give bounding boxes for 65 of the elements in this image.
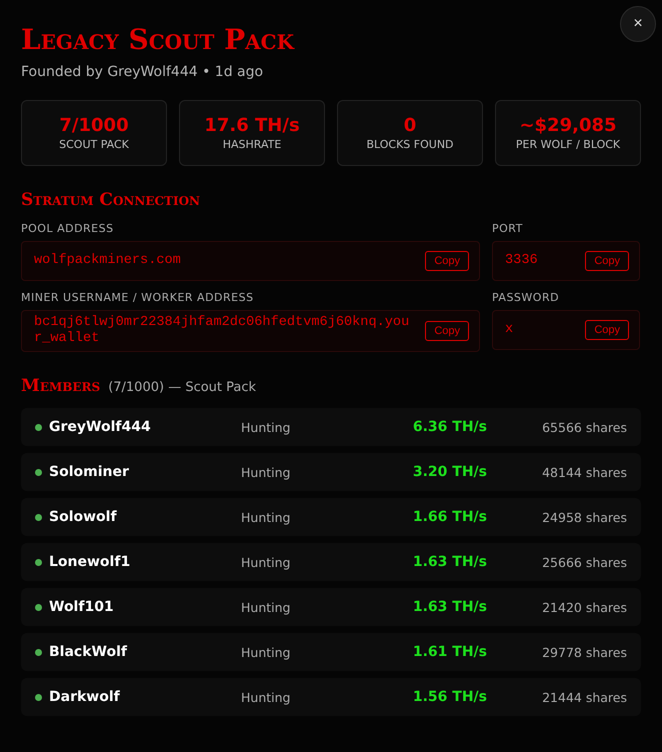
stat-value: 7/1000 xyxy=(59,115,129,136)
field-value: wolfpackminers.com xyxy=(34,253,181,269)
field-value: bc1qj6tlwj0mr22384jhfam2dc06hfedtvm6j60knq.your_wallet xyxy=(34,315,410,347)
stat-label: SCOUT PACK xyxy=(59,138,129,151)
copy-button[interactable]: Copy xyxy=(585,251,629,271)
copy-button[interactable]: Copy xyxy=(585,320,629,340)
member-shares: 21444 shares xyxy=(541,690,627,704)
status-dot xyxy=(35,648,42,656)
stat-label: HASHRATE xyxy=(222,138,282,151)
member-name: Solominer xyxy=(49,464,130,480)
readonly-field[interactable]: wolfpackminers.com Copy xyxy=(21,241,480,281)
field-value: x xyxy=(505,322,514,338)
member-status: Hunting xyxy=(241,554,292,570)
status-dot xyxy=(35,468,42,476)
stat-value: ~$29,085 xyxy=(519,115,617,136)
status-dot xyxy=(35,604,42,610)
member-status: Hunting xyxy=(241,464,292,480)
member-shares: 24958 shares xyxy=(541,510,627,524)
member-name: Darkwolf xyxy=(49,689,121,705)
section-heading: Stratum Connection xyxy=(21,190,202,210)
member-shares: 48144 shares xyxy=(541,464,627,480)
member-hashrate: 1.63 TH/s xyxy=(412,554,487,570)
status-dot xyxy=(35,514,42,520)
readonly-field[interactable]: 3336 Copy xyxy=(492,241,640,281)
member-name: Solowolf xyxy=(49,509,118,525)
close-button[interactable]: × xyxy=(620,6,656,42)
status-dot xyxy=(35,558,42,566)
member-status: Hunting xyxy=(241,510,292,524)
member-status: Hunting xyxy=(241,420,292,434)
copy-button[interactable]: Copy xyxy=(425,251,469,271)
field-label: PASSWORD xyxy=(492,291,560,304)
field-label: POOL ADDRESS xyxy=(21,222,115,235)
member-status: Hunting xyxy=(241,690,292,704)
member-name: BlackWolf xyxy=(49,644,128,660)
readonly-field[interactable]: x Copy xyxy=(492,310,640,350)
field-value: 3336 xyxy=(505,253,538,269)
member-hashrate: 1.56 TH/s xyxy=(412,689,487,705)
member-hashrate: 1.66 TH/s xyxy=(412,509,487,525)
field-label: PORT xyxy=(492,222,524,235)
status-dot xyxy=(35,424,42,430)
member-name: Lonewolf1 xyxy=(49,554,132,570)
stat-value: 17.6 TH/s xyxy=(204,115,300,136)
member-name: GreyWolf444 xyxy=(49,419,152,435)
member-hashrate: 1.63 TH/s xyxy=(412,599,487,615)
member-shares: 29778 shares xyxy=(541,644,627,660)
member-shares: 21420 shares xyxy=(541,600,627,614)
section-heading: Members xyxy=(21,376,100,396)
readonly-field[interactable]: bc1qj6tlwj0mr22384jhfam2dc06hfedtvm6j60knq.your_wallet Copy xyxy=(21,310,480,352)
pack-title: Legacy Scout Pack xyxy=(21,22,294,58)
member-shares: 65566 shares xyxy=(541,420,627,434)
member-status: Hunting xyxy=(241,600,292,614)
member-hashrate: 6.36 TH/s xyxy=(412,419,487,435)
member-hashrate: 1.61 TH/s xyxy=(412,644,487,660)
field-label: MINER USERNAME / WORKER ADDRESS xyxy=(21,291,255,304)
member-status: Hunting xyxy=(241,644,292,660)
stat-label: PER WOLF / BLOCK xyxy=(516,138,620,151)
copy-button[interactable]: Copy xyxy=(425,321,469,341)
stat-label: BLOCKS FOUND xyxy=(366,138,454,151)
member-hashrate: 3.20 TH/s xyxy=(412,464,487,480)
founded-info: Founded by GreyWolf444 • 1d ago xyxy=(21,64,264,80)
status-dot xyxy=(35,694,42,700)
stat-value: 0 xyxy=(404,115,416,136)
member-shares: 25666 shares xyxy=(541,554,627,570)
member-count: (7/1000) — Scout Pack xyxy=(108,380,256,395)
member-name: Wolf101 xyxy=(49,599,115,615)
